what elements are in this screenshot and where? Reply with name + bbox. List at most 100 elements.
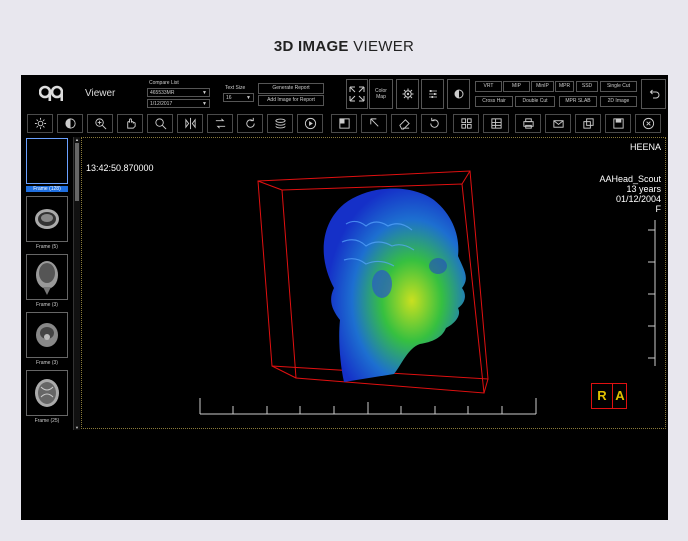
save-icon	[612, 118, 624, 129]
rotate-icon	[245, 117, 255, 128]
print-tool-button[interactable]	[515, 114, 541, 133]
orientation-cube: R A	[591, 383, 627, 409]
stack-tool-button[interactable]	[267, 114, 293, 133]
layout-icon	[460, 118, 472, 129]
rotate-flip-icon	[215, 118, 225, 129]
brain-coronal-image	[36, 261, 58, 295]
play-icon	[304, 117, 316, 130]
ssd-button[interactable]: SSD	[576, 81, 598, 92]
scroll-up-icon[interactable]: ▲	[74, 137, 80, 142]
2d-image-button[interactable]: 2D Image	[600, 96, 637, 107]
mip-button[interactable]: MIP	[503, 81, 530, 92]
app-name: Viewer	[85, 88, 116, 99]
chevron-down-icon: ▼	[202, 101, 207, 107]
close-tool-button[interactable]	[635, 114, 661, 133]
vertical-ruler	[648, 220, 656, 366]
undo-icon	[649, 89, 659, 99]
invert-tool-button[interactable]	[331, 114, 357, 133]
pointer-tool-button[interactable]	[361, 114, 387, 133]
pan-tool-button[interactable]	[117, 114, 143, 133]
eraser-icon	[398, 119, 410, 130]
minip-button[interactable]: MinIP	[531, 81, 554, 92]
flip-tool-button[interactable]	[177, 114, 203, 133]
generate-report-button[interactable]: Generate Report	[258, 83, 324, 94]
email-icon	[552, 120, 564, 128]
thumbnail-strip: Frame (128) Frame (5) Frame (3) Frame (3…	[23, 137, 81, 430]
rotate-flip-tool-button[interactable]	[207, 114, 233, 133]
thumbnail-label: Frame (3)	[36, 302, 58, 308]
brightness-icon	[34, 117, 46, 130]
chevron-down-icon: ▼	[246, 95, 251, 101]
scale-ruler	[199, 398, 537, 415]
play-tool-button[interactable]	[297, 114, 323, 133]
thumbnail-label: Frame (128)	[26, 186, 68, 192]
logo-icon	[39, 85, 63, 101]
scrollbar-thumb[interactable]	[75, 143, 79, 201]
orientation-a-label: A	[615, 388, 625, 403]
page-title: 3D IMAGE VIEWER	[273, 38, 415, 55]
adjust-button[interactable]	[421, 79, 444, 109]
vrt-button[interactable]: VRT	[475, 81, 502, 92]
mpr-slab-button[interactable]: MPR SLAB	[559, 96, 597, 107]
double-cut-button[interactable]: Double Cut	[515, 96, 555, 107]
thumbnail-scrollbar[interactable]: ▲ ▼	[73, 137, 80, 430]
contrast-icon	[64, 118, 76, 129]
sliders-icon	[428, 90, 437, 98]
render-viewport[interactable]: 13:42:50.870000 HEENA AAHead_Scout 13 ye…	[81, 137, 666, 429]
print-icon	[522, 118, 534, 129]
thumbnail-frame[interactable]	[26, 312, 68, 358]
thumbnail-label: Frame (25)	[34, 418, 60, 424]
zoom-in-tool-button[interactable]	[87, 114, 113, 133]
head-volume-render	[323, 188, 466, 382]
text-size-select[interactable]: 16 ▼	[223, 93, 254, 102]
export-icon	[582, 118, 594, 129]
single-cut-button[interactable]: Single Cut	[600, 81, 637, 92]
toolbar	[21, 112, 668, 134]
expand-icon	[349, 86, 365, 102]
export-tool-button[interactable]	[575, 114, 601, 133]
settings-button[interactable]	[396, 79, 419, 109]
date-select[interactable]: 1/12/2017 ▼	[147, 99, 210, 108]
flip-icon	[184, 117, 196, 130]
close-icon	[642, 117, 654, 130]
mpr-button[interactable]: MPR	[555, 81, 574, 92]
grid-tool-button[interactable]	[483, 114, 509, 133]
head-axial-image	[36, 323, 58, 347]
eraser-tool-button[interactable]	[391, 114, 417, 133]
contrast-tool-button[interactable]	[57, 114, 83, 133]
brain-axial-image	[35, 379, 59, 407]
reset-tool-button[interactable]	[421, 114, 447, 133]
fullscreen-button[interactable]	[346, 79, 368, 109]
thumbnail-label: Frame (5)	[36, 244, 58, 250]
thumbnail-frame[interactable]	[26, 138, 68, 184]
layout-tool-button[interactable]	[453, 114, 479, 133]
email-tool-button[interactable]	[545, 114, 571, 133]
pointer-icon	[369, 118, 379, 127]
stack-icon	[274, 118, 286, 129]
reset-icon	[429, 117, 439, 128]
back-button[interactable]	[641, 79, 666, 109]
grid-icon	[490, 118, 502, 129]
half-circle-icon	[454, 89, 463, 99]
thumbnail-frame[interactable]	[26, 254, 68, 300]
pan-icon	[126, 118, 136, 129]
chevron-down-icon: ▼	[202, 90, 207, 96]
invert-button[interactable]	[447, 79, 470, 109]
thumbnail-frame[interactable]	[26, 370, 68, 416]
brightness-tool-button[interactable]	[27, 114, 53, 133]
volume-render-canvas	[199, 170, 656, 415]
skull-axial-image	[35, 209, 59, 229]
color-map-button[interactable]: Color Map	[369, 79, 393, 109]
compare-list-label: Compare List	[149, 80, 179, 86]
viewer-app: Viewer Compare List 465533MR ▼ 1/12/2017 ▼…	[21, 75, 668, 520]
save-tool-button[interactable]	[605, 114, 631, 133]
rotate-tool-button[interactable]	[237, 114, 263, 133]
compare-list-select[interactable]: 465533MR ▼	[147, 88, 210, 97]
add-image-report-button[interactable]: Add Image for Report	[258, 95, 324, 106]
magnifier-tool-button[interactable]	[147, 114, 173, 133]
scroll-down-icon[interactable]: ▼	[74, 425, 80, 430]
cross-hair-button[interactable]: Cross Hair	[475, 96, 513, 107]
gear-icon	[402, 88, 413, 100]
thumbnail-label: Frame (3)	[36, 360, 58, 366]
thumbnail-frame[interactable]	[26, 196, 68, 242]
